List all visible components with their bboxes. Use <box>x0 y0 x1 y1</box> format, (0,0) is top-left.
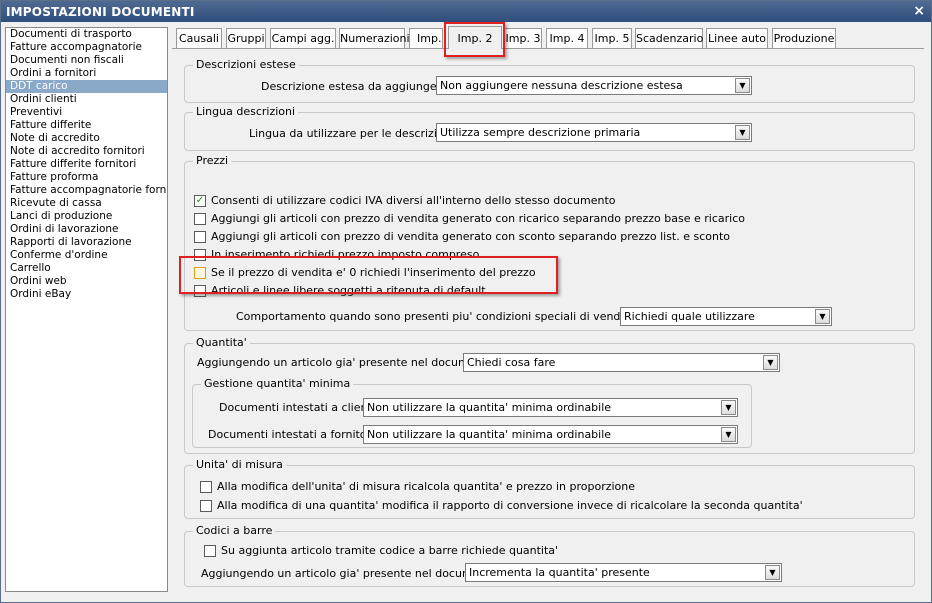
dropdown-arrow-icon[interactable]: ▼ <box>763 355 778 370</box>
dropdown-arrow-icon[interactable]: ▼ <box>735 125 750 140</box>
group-title: Codici a barre <box>193 524 276 537</box>
descrizione-estesa-select[interactable]: Non aggiungere nessuna descrizione estes… <box>436 76 752 95</box>
checkbox-box[interactable]: ✓ <box>194 195 206 207</box>
list-item[interactable]: Fatture differite fornitori <box>6 158 167 171</box>
dropdown-arrow-icon[interactable]: ▼ <box>721 400 736 415</box>
fornitori-select[interactable]: Non utilizzare la quantita' minima ordin… <box>363 425 738 444</box>
checkbox-label: Consenti di utilizzare codici IVA divers… <box>211 194 616 207</box>
tab-campi-agg[interactable]: Campi agg. <box>270 28 336 48</box>
tab-gruppi[interactable]: Gruppi <box>226 28 266 48</box>
list-item[interactable]: Conferme d'ordine <box>6 249 167 262</box>
barcode-aggiunta-select[interactable]: Incrementa la quantita' presente ▼ <box>465 563 782 582</box>
group-title: Lingua descrizioni <box>193 105 299 118</box>
dropdown-arrow-icon[interactable]: ▼ <box>735 78 750 93</box>
checkbox-box[interactable] <box>194 213 206 225</box>
quantita-select[interactable]: Chiedi cosa fare ▼ <box>463 353 780 372</box>
list-item[interactable]: Fatture proforma <box>6 171 167 184</box>
dropdown-arrow-icon[interactable]: ▼ <box>721 427 736 442</box>
highlight-prezzo-zero <box>179 256 558 294</box>
list-item[interactable]: Ordini a fornitori <box>6 67 167 80</box>
checkbox-label: Aggiungi gli articoli con prezzo di vend… <box>211 212 745 225</box>
condizioni-select[interactable]: Richiedi quale utilizzare ▼ <box>620 307 832 326</box>
list-item[interactable]: Documenti di trasporto <box>6 28 167 41</box>
list-item[interactable]: Fatture accompagnatorie fornito <box>6 184 167 197</box>
select-value: Non aggiungere nessuna descrizione estes… <box>440 79 683 92</box>
highlight-imp2-tab <box>444 22 505 57</box>
group-title: Prezzi <box>193 154 232 167</box>
tab-imp-1[interactable]: Imp. 1 <box>409 28 443 48</box>
group-descrizioni-estese: Descrizioni estese Descrizione estesa da… <box>184 58 915 103</box>
tab-imp-4[interactable]: Imp. 4 <box>546 28 588 48</box>
list-item[interactable]: Preventivi <box>6 106 167 119</box>
list-item[interactable]: Carrello <box>6 262 167 275</box>
group-prezzi: Prezzi ✓ Consenti di utilizzare codici I… <box>184 154 915 331</box>
barcode-aggiunta-label: Aggiungendo un articolo gia' presente ne… <box>201 567 505 580</box>
group-title: Gestione quantita' minima <box>201 377 354 390</box>
group-unita-misura: Unita' di misura Alla modifica dell'unit… <box>184 458 915 519</box>
checkbox-label: Su aggiunta articolo tramite codice a ba… <box>221 544 559 557</box>
list-item[interactable]: Fatture accompagnatorie <box>6 41 167 54</box>
select-value: Incrementa la quantita' presente <box>469 566 650 579</box>
group-quantita: Quantita' Aggiungendo un articolo gia' p… <box>184 336 915 454</box>
list-item[interactable]: Fatture differite <box>6 119 167 132</box>
dropdown-arrow-icon[interactable]: ▼ <box>765 565 780 580</box>
window-title: IMPOSTAZIONI DOCUMENTI <box>6 5 195 19</box>
clienti-label: Documenti intestati a clienti : <box>219 401 383 414</box>
checkbox-label: Alla modifica dell'unita' di misura rica… <box>217 480 636 493</box>
checkbox-box[interactable] <box>194 231 206 243</box>
list-item[interactable]: Ordini clienti <box>6 93 167 106</box>
list-item[interactable]: Note di accredito <box>6 132 167 145</box>
list-item-selected[interactable]: DDT carico <box>6 80 167 93</box>
tab-imp-5[interactable]: Imp. 5 <box>592 28 632 48</box>
condizioni-label: Comportamento quando sono presenti piu' … <box>236 310 679 323</box>
tab-scadenzario[interactable]: Scadenzario <box>635 28 703 48</box>
tab-linee-auto[interactable]: Linee auto <box>706 28 768 48</box>
close-icon[interactable]: × <box>913 3 925 19</box>
checkbox-label: Alla modifica di una quantita' modifica … <box>217 499 803 512</box>
title-bar: IMPOSTAZIONI DOCUMENTI × <box>1 1 931 22</box>
quantita-label: Aggiungendo un articolo gia' presente ne… <box>197 356 501 369</box>
list-item[interactable]: Ricevute di cassa <box>6 197 167 210</box>
checkbox-box[interactable] <box>204 545 216 557</box>
list-item[interactable]: Rapporti di lavorazione <box>6 236 167 249</box>
tab-numerazioni[interactable]: Numerazioni <box>339 28 410 48</box>
list-item[interactable]: Ordini di lavorazione <box>6 223 167 236</box>
list-item[interactable]: Lanci di produzione <box>6 210 167 223</box>
lingua-select[interactable]: Utilizza sempre descrizione primaria ▼ <box>436 123 752 142</box>
list-item[interactable]: Note di accredito fornitori <box>6 145 167 158</box>
list-item[interactable]: Ordini web <box>6 275 167 288</box>
select-value: Chiedi cosa fare <box>467 356 556 369</box>
lingua-label: Lingua da utilizzare per le descrizioni … <box>249 127 461 140</box>
dropdown-arrow-icon[interactable]: ▼ <box>815 309 830 324</box>
settings-window: IMPOSTAZIONI DOCUMENTI × Documenti di tr… <box>0 0 932 603</box>
checkbox-box[interactable] <box>200 481 212 493</box>
select-value: Utilizza sempre descrizione primaria <box>440 126 641 139</box>
list-item[interactable]: Ordini eBay <box>6 288 167 301</box>
fornitori-label: Documenti intestati a fornitori : <box>208 428 382 441</box>
tab-produzione[interactable]: Produzione <box>772 28 836 48</box>
checkbox-label: Aggiungi gli articoli con prezzo di vend… <box>211 230 731 243</box>
clienti-select[interactable]: Non utilizzare la quantita' minima ordin… <box>363 398 738 417</box>
select-value: Non utilizzare la quantita' minima ordin… <box>367 428 612 441</box>
descrizione-estesa-label: Descrizione estesa da aggiungere : <box>261 80 455 93</box>
group-title: Unita' di misura <box>193 458 286 471</box>
group-lingua-descrizioni: Lingua descrizioni Lingua da utilizzare … <box>184 105 915 151</box>
select-value: Non utilizzare la quantita' minima ordin… <box>367 401 612 414</box>
group-quantita-minima: Gestione quantita' minima Documenti inte… <box>192 377 752 448</box>
list-item[interactable]: Documenti non fiscali <box>6 54 167 67</box>
checkbox-box[interactable] <box>200 500 212 512</box>
group-title: Quantita' <box>193 336 250 349</box>
tab-causali[interactable]: Causali <box>176 28 222 48</box>
document-type-list[interactable]: Documenti di trasporto Fatture accompagn… <box>5 27 168 592</box>
group-title: Descrizioni estese <box>193 58 299 71</box>
group-codici-barre: Codici a barre Su aggiunta articolo tram… <box>184 524 915 587</box>
tab-imp-3[interactable]: Imp. 3 <box>504 28 542 48</box>
select-value: Richiedi quale utilizzare <box>624 310 755 323</box>
